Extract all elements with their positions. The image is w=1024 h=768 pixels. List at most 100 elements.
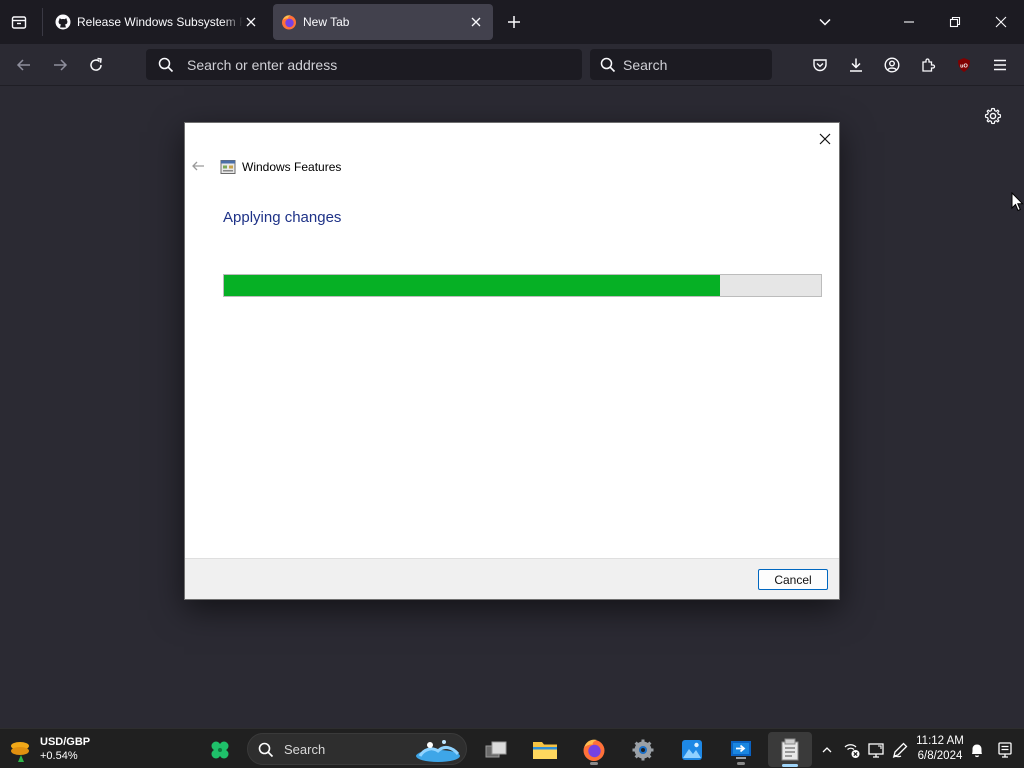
widget-currency-change: +0.54% <box>40 750 78 762</box>
download-icon <box>850 58 862 72</box>
forward-button[interactable] <box>47 52 73 78</box>
dialog-footer: Cancel <box>185 558 839 599</box>
firefox-view-button[interactable] <box>6 9 32 35</box>
ublock-origin-button[interactable]: uO <box>951 52 977 78</box>
dialog-back-button[interactable] <box>191 159 207 175</box>
show-hidden-icons-button[interactable] <box>818 735 836 765</box>
search-icon <box>158 57 174 73</box>
windows-features-icon <box>220 159 236 175</box>
clock[interactable]: 11:12 AM 6/8/2024 <box>912 733 968 767</box>
windows-features-dialog: Windows Features Applying changes Cancel <box>184 122 840 600</box>
plus-icon <box>508 16 520 28</box>
tab-strip: Release Windows Subsystem Fo New Tab <box>0 0 1024 44</box>
navigation-toolbar: Search or enter address Search uO <box>0 44 1024 86</box>
taskbar-search-label: Search <box>284 742 326 757</box>
pocket-icon <box>813 59 827 72</box>
file-explorer-button[interactable] <box>529 735 561 765</box>
address-bar[interactable]: Search or enter address <box>146 49 582 80</box>
tab-close-button[interactable] <box>467 13 485 31</box>
restore-button[interactable] <box>942 9 968 35</box>
gear-icon <box>984 107 1002 125</box>
search-icon <box>258 742 274 758</box>
mouse-cursor-icon <box>1011 192 1024 212</box>
list-all-tabs-button[interactable] <box>812 9 838 35</box>
firefox-icon <box>281 14 297 30</box>
arrow-left-icon <box>16 59 30 71</box>
photos-icon <box>682 740 702 760</box>
remote-desktop-icon <box>731 741 751 759</box>
close-window-button[interactable] <box>988 9 1014 35</box>
pen-icon <box>892 742 908 758</box>
chevron-down-icon <box>819 18 831 26</box>
display-icon <box>868 743 884 758</box>
search-placeholder: Search <box>623 56 668 73</box>
quick-settings-button[interactable] <box>992 735 1018 765</box>
restore-icon <box>949 16 961 28</box>
task-view-button[interactable] <box>480 735 512 765</box>
svg-text:uO: uO <box>960 64 968 70</box>
clock-time: 11:12 AM <box>916 735 964 747</box>
new-tab-settings-button[interactable] <box>980 103 1006 129</box>
network-status-button[interactable] <box>840 735 864 765</box>
reload-icon <box>90 57 102 71</box>
quick-settings-icon <box>998 742 1012 758</box>
firefox-icon <box>583 739 605 761</box>
minimize-icon <box>904 21 914 23</box>
taskbar: USD/GBP +0.54% Search 11:12 AM 6/8/2024 <box>0 728 1024 768</box>
address-placeholder: Search or enter address <box>187 56 338 73</box>
tab-title: Release Windows Subsystem Fo <box>77 15 243 29</box>
puzzle-icon <box>922 58 936 72</box>
reload-button[interactable] <box>83 52 109 78</box>
dialog-title: Windows Features <box>242 160 342 174</box>
cancel-button[interactable]: Cancel <box>758 569 828 590</box>
back-button[interactable] <box>11 52 37 78</box>
arrow-left-icon <box>192 161 204 171</box>
start-clover-icon <box>211 741 229 759</box>
search-bar[interactable]: Search <box>590 49 772 80</box>
hamburger-menu-icon <box>994 59 1006 71</box>
tab-new-tab[interactable]: New Tab <box>273 4 493 40</box>
close-icon <box>471 17 481 27</box>
close-icon <box>995 16 1007 28</box>
start-button[interactable] <box>204 735 236 765</box>
firefox-view-icon <box>11 16 27 29</box>
tab-close-button[interactable] <box>242 13 260 31</box>
progress-bar-fill <box>224 275 720 296</box>
new-tab-button[interactable] <box>501 9 527 35</box>
dialog-heading: Applying changes <box>223 209 342 226</box>
tab-release-wsa[interactable]: Release Windows Subsystem Fo <box>46 4 268 40</box>
pocket-button[interactable] <box>807 52 833 78</box>
firefox-taskbar-button[interactable] <box>578 735 610 765</box>
gear-icon <box>632 739 654 761</box>
clock-date: 6/8/2024 <box>917 750 963 762</box>
account-button[interactable] <box>879 52 905 78</box>
minimize-button[interactable] <box>896 9 922 35</box>
dialog-close-button[interactable] <box>815 129 835 149</box>
close-icon <box>819 133 831 145</box>
notifications-button[interactable] <box>966 735 988 765</box>
extensions-button[interactable] <box>915 52 941 78</box>
downloads-button[interactable] <box>843 52 869 78</box>
pen-menu-button[interactable] <box>888 735 912 765</box>
github-icon <box>55 14 71 30</box>
windows-features-taskbar-button[interactable] <box>768 732 812 767</box>
search-icon <box>600 57 616 73</box>
app-menu-button[interactable] <box>987 52 1013 78</box>
progress-bar <box>223 274 822 297</box>
photos-taskbar-button[interactable] <box>676 735 708 765</box>
network-disconnected-icon <box>844 744 860 758</box>
search-highlight-icon <box>416 740 460 762</box>
windows-features-icon <box>781 738 799 760</box>
settings-taskbar-button[interactable] <box>627 735 659 765</box>
ublock-shield-icon: uO <box>958 58 970 72</box>
task-view-icon <box>485 741 507 758</box>
arrow-right-icon <box>54 59 68 71</box>
remote-desktop-taskbar-button[interactable] <box>725 735 757 765</box>
chevron-up-icon <box>822 747 832 753</box>
widgets-button[interactable]: USD/GBP +0.54% <box>6 735 96 765</box>
currency-widget-icon <box>11 742 29 762</box>
taskbar-search[interactable]: Search <box>247 733 467 765</box>
tab-title: New Tab <box>303 15 350 29</box>
display-tray-button[interactable] <box>864 735 888 765</box>
bell-icon <box>972 744 982 758</box>
